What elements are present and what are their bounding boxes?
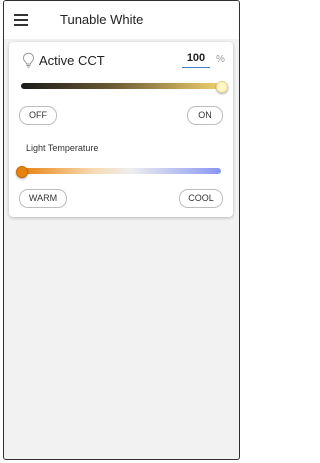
cct-unit-label: % [216,54,225,65]
brightness-slider[interactable] [21,83,221,89]
app-bar: Tunable White [4,1,239,39]
light-temperature-slider[interactable] [21,168,221,174]
on-button[interactable]: ON [187,106,223,125]
tunable-white-card: Active CCT 100 % OFF ON Light Temperatur… [9,42,233,217]
page-title: Tunable White [60,12,144,27]
cool-button[interactable]: COOL [179,189,223,208]
cct-value-input[interactable]: 100 [182,52,210,68]
brightness-slider-thumb[interactable] [216,81,228,93]
active-cct-label: Active CCT [39,53,105,68]
lightbulb-icon [22,52,35,68]
off-button[interactable]: OFF [19,106,57,125]
light-temperature-slider-thumb[interactable] [16,166,28,178]
hamburger-menu-icon[interactable] [14,14,28,26]
warm-button[interactable]: WARM [19,189,67,208]
light-temperature-label: Light Temperature [26,143,99,153]
app-screen: Tunable White Active CCT 100 % OFF ON Li… [3,0,240,460]
